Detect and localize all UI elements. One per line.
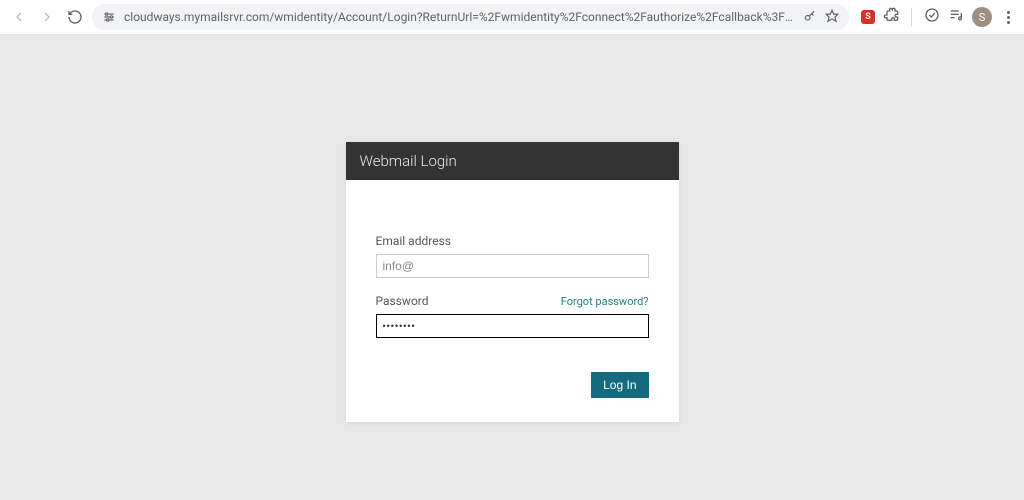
extension-circle-icon[interactable]	[924, 7, 940, 27]
extension-badge-icon[interactable]: S	[861, 10, 875, 24]
toolbar-separator	[911, 8, 912, 26]
password-key-icon[interactable]	[803, 9, 817, 26]
email-field[interactable]	[376, 254, 649, 278]
extension-playlist-icon[interactable]	[948, 7, 964, 27]
address-bar[interactable]: cloudways.mymailsrvr.com/wmidentity/Acco…	[92, 4, 849, 30]
password-label: Password	[376, 294, 429, 308]
forgot-password-link[interactable]: Forgot password?	[561, 295, 649, 308]
back-button[interactable]	[8, 6, 30, 28]
bookmark-star-icon[interactable]	[825, 9, 839, 26]
site-settings-icon[interactable]	[102, 10, 116, 24]
page-background: Webmail Login Email address Password For…	[0, 34, 1024, 500]
chrome-menu-icon[interactable]	[1000, 11, 1016, 24]
extensions-area: S S	[855, 7, 1016, 27]
reload-button[interactable]	[64, 6, 86, 28]
email-label: Email address	[376, 234, 451, 248]
login-card: Webmail Login Email address Password For…	[346, 142, 679, 422]
card-title: Webmail Login	[346, 142, 679, 180]
extensions-puzzle-icon[interactable]	[883, 7, 899, 27]
browser-toolbar: cloudways.mymailsrvr.com/wmidentity/Acco…	[0, 0, 1024, 34]
url-text: cloudways.mymailsrvr.com/wmidentity/Acco…	[124, 10, 795, 24]
forward-button[interactable]	[36, 6, 58, 28]
login-button[interactable]: Log In	[591, 372, 648, 398]
profile-avatar[interactable]: S	[972, 7, 992, 27]
password-field[interactable]	[376, 314, 649, 338]
